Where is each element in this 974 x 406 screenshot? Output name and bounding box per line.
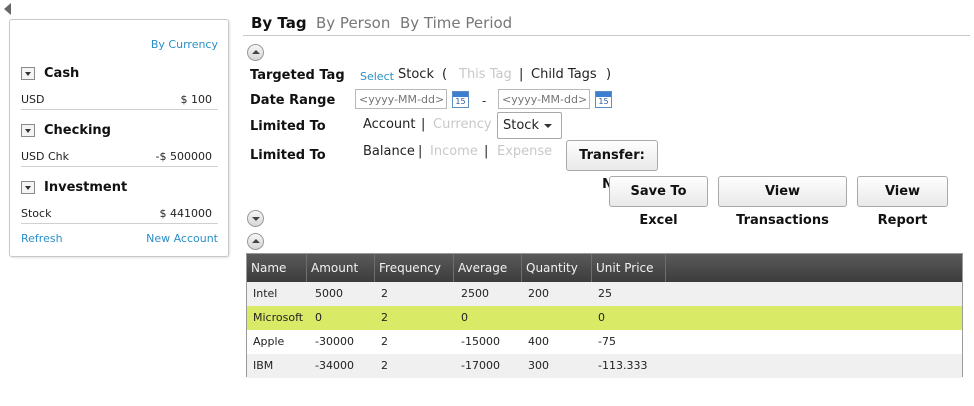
cell-unit-price: -75 — [598, 335, 616, 348]
view-report-button[interactable]: View Report — [857, 176, 948, 228]
by-currency-link[interactable]: By Currency — [151, 38, 218, 51]
account-group-title: Investment — [44, 179, 128, 195]
account-name: USD — [21, 93, 45, 106]
report-tabs: By Tag By Person By Time Period — [243, 11, 970, 36]
transfer-toggle-button[interactable]: Transfer: No — [566, 140, 658, 192]
date-from-input[interactable] — [355, 89, 447, 109]
account-row[interactable]: USD $ 100 — [21, 91, 218, 110]
targeted-tag-value: Stock — [398, 67, 434, 82]
cell-unit-price: 0 — [598, 311, 605, 324]
expense-option[interactable]: Expense — [497, 144, 552, 159]
save-to-excel-button[interactable]: Save To Excel — [609, 176, 708, 228]
separator: | — [519, 67, 524, 82]
view-transactions-button[interactable]: View Transactions — [718, 176, 847, 228]
cell-name: Microsoft — [253, 311, 304, 324]
currency-option[interactable]: Currency — [433, 117, 492, 132]
expand-section-button[interactable] — [247, 210, 264, 227]
cell-quantity: 400 — [528, 335, 549, 348]
separator: | — [421, 117, 426, 132]
cell-average: 0 — [461, 311, 468, 324]
table-header: Name Amount Frequency Average Quantity U… — [247, 254, 962, 282]
separator: | — [484, 144, 489, 159]
results-table: Name Amount Frequency Average Quantity U… — [246, 253, 963, 378]
cell-frequency: 2 — [381, 311, 388, 324]
cell-amount: 5000 — [315, 287, 343, 300]
expand-toggle-icon[interactable] — [21, 123, 35, 137]
column-header-name[interactable]: Name — [247, 254, 307, 282]
account-name: USD Chk — [21, 150, 70, 163]
table-row[interactable]: IBM -34000 2 -17000 300 -113.333 — [247, 354, 962, 378]
balance-option[interactable]: Balance — [363, 144, 415, 159]
account-balance: $ 441000 — [159, 207, 213, 220]
cell-frequency: 2 — [381, 287, 388, 300]
account-name: Stock — [21, 207, 52, 220]
cell-name: IBM — [253, 359, 274, 372]
collapse-filters-button[interactable] — [247, 44, 264, 61]
expand-toggle-icon[interactable] — [21, 66, 35, 80]
child-tags-option[interactable]: Child Tags — [531, 67, 597, 82]
cell-amount: -30000 — [315, 335, 354, 348]
column-header-amount[interactable]: Amount — [307, 254, 375, 282]
collapse-section-button[interactable] — [247, 233, 264, 250]
table-row-selected[interactable]: Microsoft 0 2 0 0 — [247, 306, 962, 330]
limited-to-label-2: Limited To — [250, 148, 326, 163]
cell-amount: -34000 — [315, 359, 354, 372]
cell-frequency: 2 — [381, 359, 388, 372]
column-header-quantity[interactable]: Quantity — [522, 254, 592, 282]
account-group-title: Cash — [44, 65, 80, 81]
column-header-frequency[interactable]: Frequency — [375, 254, 454, 282]
cell-name: Intel — [253, 287, 278, 300]
account-group-header: Checking — [21, 122, 111, 138]
date-range-dash: - — [482, 94, 487, 108]
cell-average: 2500 — [461, 287, 489, 300]
income-option[interactable]: Income — [430, 144, 478, 159]
this-tag-option[interactable]: This Tag — [459, 67, 512, 82]
tab-by-tag[interactable]: By Tag — [251, 14, 307, 32]
account-balance: -$ 500000 — [155, 150, 212, 163]
separator: | — [418, 144, 423, 159]
account-balance: $ 100 — [180, 93, 213, 106]
select-tag-link[interactable]: Select — [360, 70, 394, 83]
cell-quantity: 200 — [528, 287, 549, 300]
tab-by-person[interactable]: By Person — [316, 14, 390, 32]
column-header-unit-price[interactable]: Unit Price — [592, 254, 666, 282]
account-option[interactable]: Account — [363, 117, 416, 132]
date-range-label: Date Range — [250, 93, 336, 108]
cell-average: -17000 — [461, 359, 500, 372]
date-to-input[interactable] — [498, 89, 590, 109]
account-type-dropdown[interactable]: Stock — [497, 112, 562, 139]
refresh-link[interactable]: Refresh — [21, 232, 63, 245]
cell-name: Apple — [253, 335, 285, 348]
cell-frequency: 2 — [381, 335, 388, 348]
cell-unit-price: -113.333 — [598, 359, 648, 372]
targeted-tag-label: Targeted Tag — [250, 68, 345, 83]
table-row[interactable]: Apple -30000 2 -15000 400 -75 — [247, 330, 962, 354]
limited-to-label: Limited To — [250, 119, 326, 134]
column-header-average[interactable]: Average — [454, 254, 522, 282]
tab-by-time-period[interactable]: By Time Period — [400, 14, 512, 32]
open-paren: ( — [442, 67, 448, 82]
cell-amount: 0 — [315, 311, 322, 324]
cell-unit-price: 25 — [598, 287, 612, 300]
expand-toggle-icon[interactable] — [21, 180, 35, 194]
accounts-panel: By Currency Cash USD $ 100 Checking USD … — [9, 19, 229, 257]
close-paren: ) — [606, 67, 612, 82]
new-account-link[interactable]: New Account — [146, 232, 218, 245]
account-group-header: Investment — [21, 179, 127, 195]
cell-quantity: 300 — [528, 359, 549, 372]
account-row[interactable]: Stock $ 441000 — [21, 205, 218, 224]
calendar-icon[interactable]: 15 — [595, 91, 612, 108]
cell-average: -15000 — [461, 335, 500, 348]
account-group-header: Cash — [21, 65, 79, 81]
cell-quantity — [522, 306, 528, 330]
account-group-title: Checking — [44, 122, 111, 138]
calendar-icon[interactable]: 15 — [452, 91, 469, 108]
collapse-left-arrow-icon[interactable] — [4, 3, 11, 15]
table-row[interactable]: Intel 5000 2 2500 200 25 — [247, 282, 962, 306]
account-row[interactable]: USD Chk -$ 500000 — [21, 148, 218, 167]
